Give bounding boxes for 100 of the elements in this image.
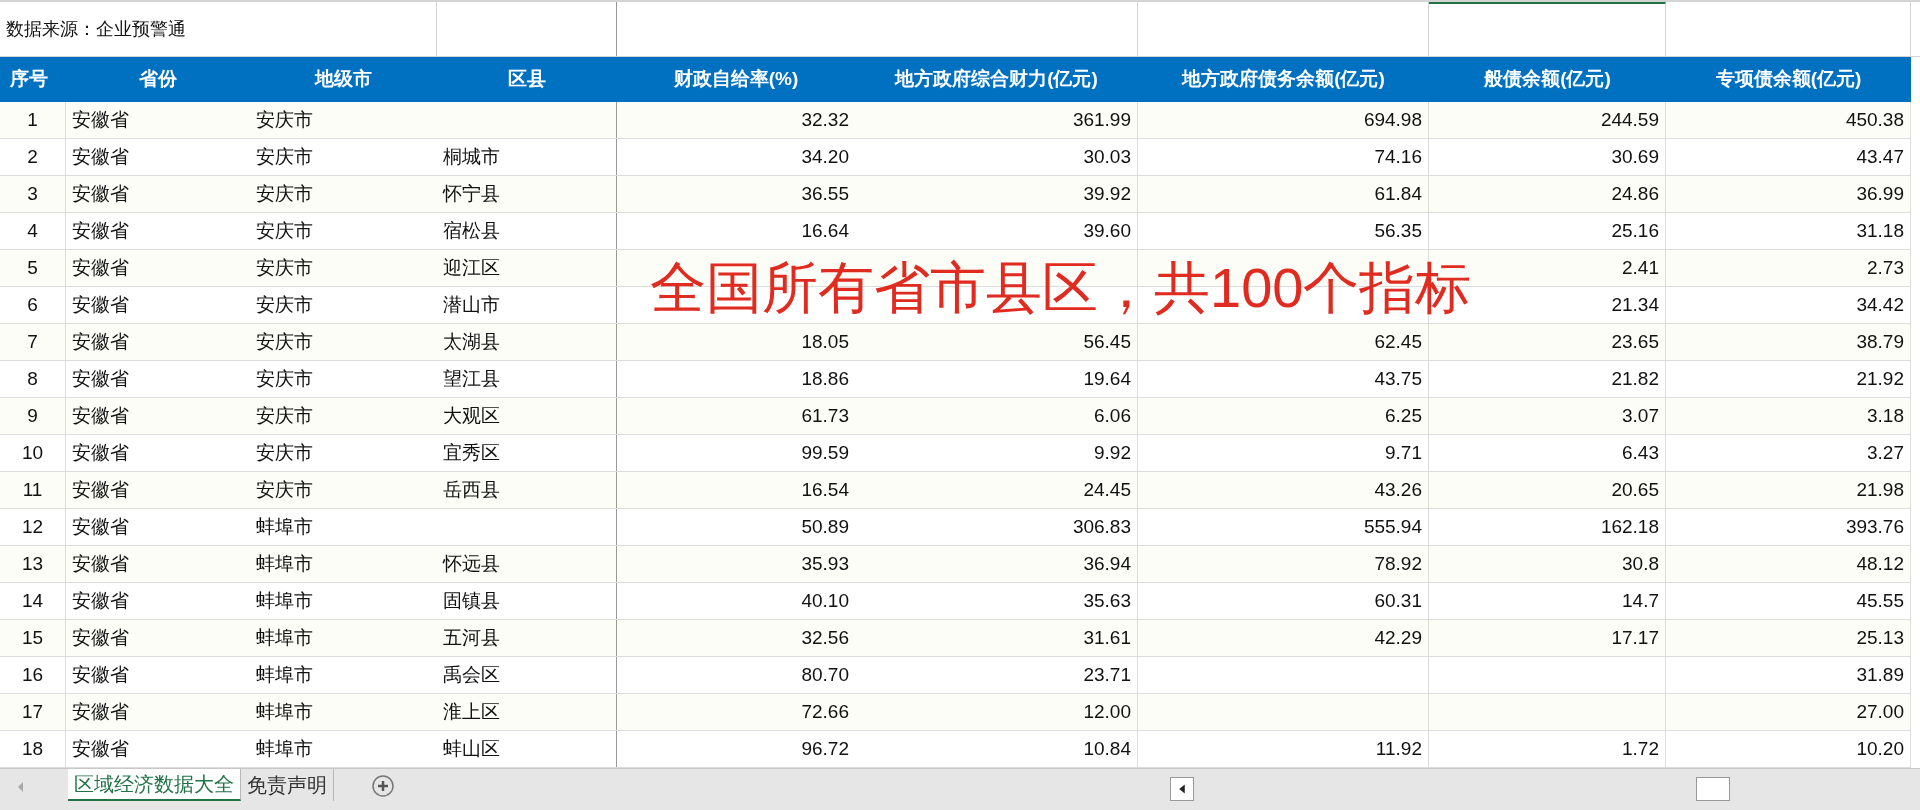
- column-header[interactable]: 序号: [10, 65, 48, 94]
- table-cell-text: 固镇县: [443, 588, 500, 613]
- table-cell-text: 蚌埠市: [256, 551, 313, 576]
- table-cell-text: 21.98: [1856, 477, 1904, 502]
- column-header[interactable]: 财政自给率(%): [673, 65, 799, 94]
- column-header[interactable]: 地方政府债务余额(亿元): [1182, 65, 1385, 94]
- table-cell-text: 2.73: [1867, 255, 1904, 280]
- table-cell-text: 安庆市: [256, 292, 313, 317]
- scroll-left-icon[interactable]: [1170, 777, 1194, 801]
- table-cell-text: 蚌埠市: [256, 736, 313, 761]
- table-cell-text: 16.64: [801, 218, 849, 243]
- table-cell-text: 23.71: [1083, 662, 1131, 687]
- table-cell-text: 安徽省: [72, 514, 129, 539]
- table-cell-text: 25.16: [1611, 218, 1659, 243]
- sheet-tab[interactable]: 免责声明: [241, 769, 334, 801]
- table-cell-text: 62.45: [1374, 329, 1422, 354]
- table-cell-text: 4: [27, 218, 38, 243]
- table-cell-text: 39.60: [1083, 218, 1131, 243]
- table-cell-text: 安庆市: [256, 255, 313, 280]
- table-cell-text: 太湖县: [443, 329, 500, 354]
- table-cell-text: 6: [27, 292, 38, 317]
- table-cell-text: 宿松县: [443, 218, 500, 243]
- table-cell-text: 60.31: [1374, 588, 1422, 613]
- table-cell-text: 6.25: [1385, 403, 1422, 428]
- table-cell-text: 怀远县: [443, 551, 500, 576]
- table-cell-text: 安徽省: [72, 625, 129, 650]
- table-cell-text: 3.07: [1622, 403, 1659, 428]
- table-cell-text: 34.42: [1856, 292, 1904, 317]
- table-cell-text: 安庆市: [256, 477, 313, 502]
- overlay-caption: 全国所有省市县区，共100个指标: [650, 256, 1472, 319]
- table-cell-text: 12: [21, 514, 44, 539]
- table-cell-text: 蚌山区: [443, 736, 500, 761]
- table-cell-text: 迎江区: [443, 255, 500, 280]
- scroll-thumb[interactable]: [1696, 777, 1730, 801]
- table-cell-text: 3.18: [1867, 403, 1904, 428]
- table-cell-text: 17.17: [1611, 625, 1659, 650]
- table-cell-text: 24.86: [1611, 181, 1659, 206]
- table-cell-text: 40.10: [801, 588, 849, 613]
- table-cell-text: 13: [21, 551, 44, 576]
- table-cell-text: 555.94: [1363, 514, 1422, 539]
- table-cell-text: 潜山市: [443, 292, 500, 317]
- table-cell-text: 24.45: [1083, 477, 1131, 502]
- table-cell-text: 蚌埠市: [256, 699, 313, 724]
- table-cell-text: 安徽省: [72, 662, 129, 687]
- table-cell-text: 安庆市: [256, 218, 313, 243]
- table-cell-text: 694.98: [1363, 107, 1422, 132]
- table-cell-text: 78.92: [1374, 551, 1422, 576]
- table-cell-text: 39.92: [1083, 181, 1131, 206]
- table-cell-text: 宜秀区: [443, 440, 500, 465]
- table-cell-text: 安徽省: [72, 218, 129, 243]
- table-cell-text: 禹会区: [443, 662, 500, 687]
- column-header[interactable]: 地方政府综合财力(亿元): [895, 65, 1098, 94]
- table-cell-text: 19.64: [1083, 366, 1131, 391]
- table-cell-text: 12.00: [1083, 699, 1131, 724]
- table-cell-text: 31.18: [1856, 218, 1904, 243]
- table-cell-text: 安庆市: [256, 144, 313, 169]
- table-cell-text: 21.34: [1611, 292, 1659, 317]
- table-cell-text: 6.06: [1094, 403, 1131, 428]
- table-cell-text: 450.38: [1845, 107, 1904, 132]
- table-cell-text: 20.65: [1611, 477, 1659, 502]
- table-cell-text: 安徽省: [72, 551, 129, 576]
- table-cell-text: 安庆市: [256, 403, 313, 428]
- table-cell-text: 35.93: [801, 551, 849, 576]
- add-sheet-icon[interactable]: [372, 775, 394, 797]
- column-header[interactable]: 专项债余额(亿元): [1715, 65, 1862, 94]
- table-cell-text: 安徽省: [72, 292, 129, 317]
- table-cell-text: 21.92: [1856, 366, 1904, 391]
- table-cell-text: 安徽省: [72, 144, 129, 169]
- column-header[interactable]: 地级市: [315, 65, 372, 94]
- table-cell-text: 1.72: [1622, 736, 1659, 761]
- table-cell-text: 16.54: [801, 477, 849, 502]
- table-cell-text: 30.8: [1622, 551, 1659, 576]
- table-cell-text: 43.75: [1374, 366, 1422, 391]
- table-cell-text: 21.82: [1611, 366, 1659, 391]
- table-cell-text: 43.26: [1374, 477, 1422, 502]
- table-cell-text: 25.13: [1856, 625, 1904, 650]
- table-cell-text: 99.59: [801, 440, 849, 465]
- table-cell-text: 桐城市: [443, 144, 500, 169]
- table-cell-text: 34.20: [801, 144, 849, 169]
- table-cell-text: 14: [21, 588, 44, 613]
- table-cell-text: 3.27: [1867, 440, 1904, 465]
- sheet-tab[interactable]: 区域经济数据大全: [68, 769, 241, 801]
- table-cell-text: 11.92: [1375, 736, 1422, 761]
- table-cell-text: 蚌埠市: [256, 514, 313, 539]
- table-cell-text: 18.86: [801, 366, 849, 391]
- table-cell-text: 306.83: [1072, 514, 1131, 539]
- table-cell-text: 50.89: [801, 514, 849, 539]
- table-cell-text: 10.20: [1856, 736, 1904, 761]
- column-header[interactable]: 区县: [508, 65, 546, 94]
- table-cell-text: 怀宁县: [443, 181, 500, 206]
- table-cell-text: 安徽省: [72, 255, 129, 280]
- table-cell-text: 9: [27, 403, 38, 428]
- column-header[interactable]: 般债余额(亿元): [1484, 65, 1611, 94]
- table-cell-text: 32.56: [801, 625, 849, 650]
- table-cell-text: 9.92: [1094, 440, 1131, 465]
- column-header[interactable]: 省份: [139, 65, 177, 94]
- table-cell-text: 安徽省: [72, 477, 129, 502]
- table-cell-text: 3: [27, 181, 38, 206]
- table-cell-text: 162.18: [1600, 514, 1659, 539]
- table-cell-text: 2: [27, 144, 38, 169]
